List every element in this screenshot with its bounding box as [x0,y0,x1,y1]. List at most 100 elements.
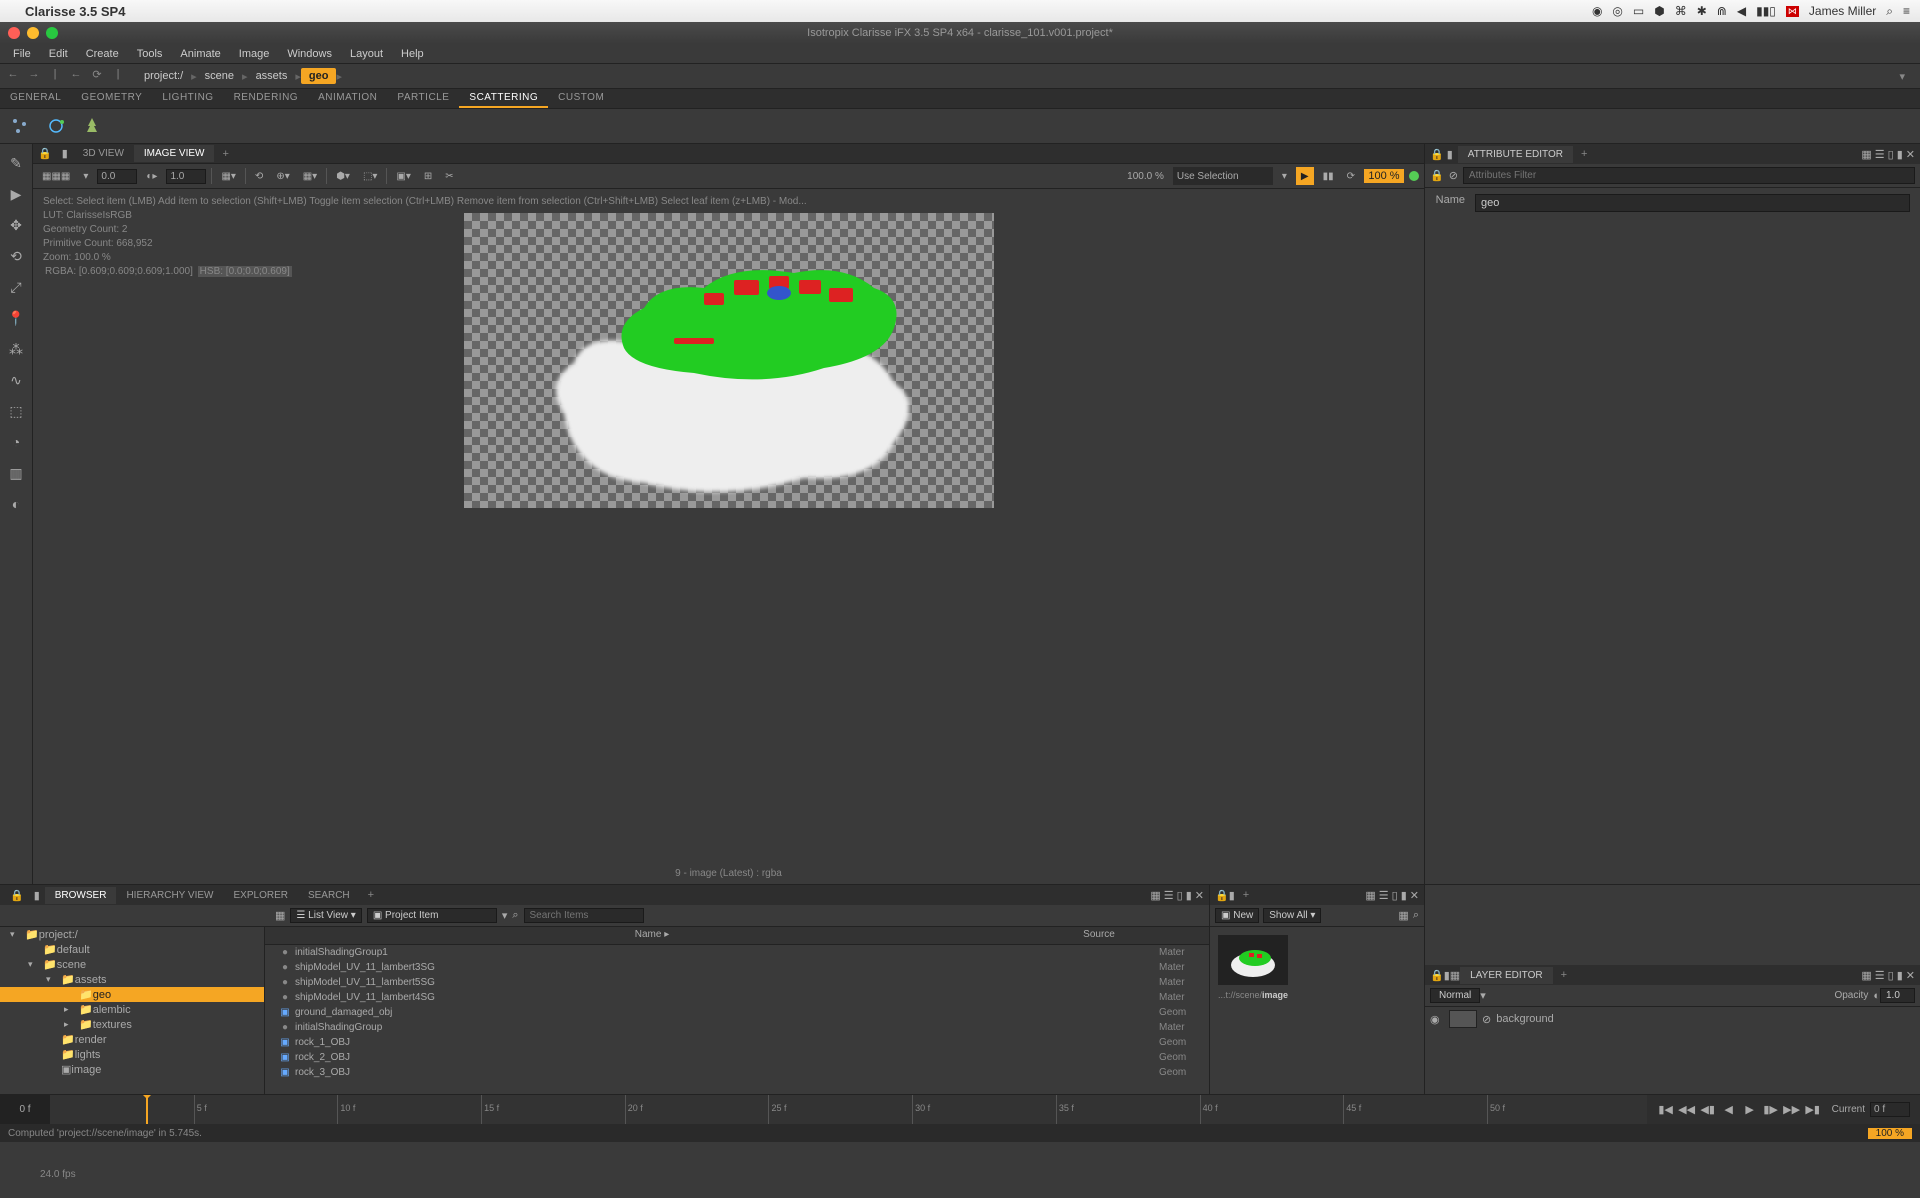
nav-fwd-button[interactable]: → [26,68,42,84]
tree-row[interactable]: 📁 geo [0,987,264,1002]
menu-tools[interactable]: Tools [129,46,171,62]
bluetooth-icon[interactable]: ✱ [1697,4,1707,18]
panel-pin-icon[interactable]: ▮ [57,147,73,160]
layer-link-icon[interactable]: ⊘ [1482,1013,1491,1026]
exposure-input[interactable] [97,169,137,184]
add-tab-button[interactable]: + [1235,889,1257,901]
step-fwd-button[interactable]: ▶▶ [1783,1101,1801,1119]
ruler-tool[interactable]: ▥ [2,459,30,487]
timeline-playhead[interactable] [146,1095,148,1124]
close-window-button[interactable] [8,27,20,39]
tab-search[interactable]: SEARCH [298,887,360,904]
rotate-tool[interactable]: ⟲ [2,242,30,270]
step-back-button[interactable]: ◀◀ [1678,1101,1696,1119]
filter-select[interactable]: ▣ Project Item [367,908,497,923]
pin-tool[interactable]: 📍 [2,304,30,332]
panel-pin-icon[interactable]: ▮ [1447,148,1453,161]
layout-icon[interactable]: ▯ [1392,889,1398,902]
shelf-tab-general[interactable]: GENERAL [0,89,71,108]
tab-3d-view[interactable]: 3D VIEW [73,145,134,162]
wifi-icon[interactable]: ⋒ [1717,4,1727,18]
close-panel-icon[interactable]: ✕ [1906,148,1915,161]
col-source[interactable]: Source [1039,927,1159,944]
layout-icon[interactable]: ▮ [1897,148,1903,161]
layout-icon[interactable]: ▦ [1861,148,1871,161]
menu-windows[interactable]: Windows [279,46,340,62]
tree-row[interactable]: 📁 render [0,1032,264,1047]
list-item[interactable]: ●initialShadingGroupMater [265,1020,1209,1035]
opacity-icon[interactable]: ◐ [1873,990,1880,1002]
layout-icon[interactable]: ▯ [1888,969,1894,982]
col-name[interactable]: Name ▸ [265,927,1039,944]
tab-image-view[interactable]: IMAGE VIEW [134,145,215,162]
tb-icon[interactable]: ⬢▾ [332,167,354,185]
tb-icon[interactable]: ◐▸ [142,167,161,185]
close-panel-icon[interactable]: ✕ [1410,889,1419,902]
new-button[interactable]: ▣ New [1215,908,1259,923]
play-button[interactable]: ▶ [1296,167,1314,185]
tb-icon[interactable]: ✂ [441,167,457,185]
menu-help[interactable]: Help [393,46,432,62]
tab-explorer[interactable]: EXPLORER [224,887,298,904]
tb-icon[interactable]: ▣▾ [392,167,414,185]
menu-edit[interactable]: Edit [41,46,76,62]
refresh-button[interactable]: ⟳ [1343,167,1359,185]
tab-hierarchy[interactable]: HIERARCHY VIEW [116,887,223,904]
tb-icon[interactable]: ⬚▾ [359,167,381,185]
tb-icon[interactable]: ⊕▾ [272,167,293,185]
attr-filter-input[interactable] [1463,167,1915,184]
tree-row[interactable]: 📁 default [0,942,264,957]
menubar-icon[interactable]: ▭ [1633,4,1644,18]
eyedropper-tool[interactable]: ◔ [2,428,30,456]
flag-icon[interactable]: ⋈ [1786,6,1799,17]
opacity-input[interactable] [1880,988,1915,1003]
list-item[interactable]: ●shipModel_UV_11_lambert5SGMater [265,975,1209,990]
brush-tool[interactable]: ⁂ [2,335,30,363]
list-item[interactable]: ▣rock_3_OBJGeom [265,1065,1209,1080]
menu-layout[interactable]: Layout [342,46,391,62]
tab-browser[interactable]: BROWSER [45,887,117,904]
panel-lock-icon[interactable]: 🔒 [1430,969,1444,982]
timeline-ruler[interactable]: 5 f10 f15 f20 f25 f30 f35 f40 f45 f50 f [50,1095,1647,1124]
shelf-tab-animation[interactable]: ANIMATION [308,89,387,108]
user-name[interactable]: James Miller [1809,4,1876,18]
next-frame-button[interactable]: ▮▶ [1762,1101,1780,1119]
layout-icon[interactable]: ▦ [1861,969,1871,982]
display-mode-icon[interactable]: ▦▦▦ [38,167,74,185]
scatter-tool-icon[interactable] [8,114,32,138]
volume-icon[interactable]: ◀ [1737,4,1746,18]
panel-pin-icon[interactable]: ▮ [29,889,45,902]
point-cloud-icon[interactable] [44,114,68,138]
menubar-icon[interactable]: ◎ [1612,4,1622,18]
layout-icon[interactable]: ☰ [1875,148,1885,161]
tree-row[interactable]: ▸ 📁 textures [0,1017,264,1032]
gamma-input[interactable] [166,169,206,184]
menu-image[interactable]: Image [231,46,278,62]
add-tab-button[interactable]: + [214,148,236,160]
add-tab-button[interactable]: + [360,889,382,901]
layout-icon[interactable]: ▯ [1888,148,1894,161]
panel-lock-icon[interactable]: 🔒 [1430,148,1444,161]
close-panel-icon[interactable]: ✕ [1906,969,1915,982]
shelf-tab-particle[interactable]: PARTICLE [387,89,459,108]
minimize-window-button[interactable] [27,27,39,39]
selection-dropdown[interactable]: Use Selection [1173,167,1273,185]
layout-icon[interactable]: ▯ [1177,889,1183,902]
close-panel-icon[interactable]: ✕ [1195,889,1204,902]
filter-icon[interactable]: ⊘ [1449,169,1458,182]
layout-icon[interactable]: ▦ [1365,889,1375,902]
tree-row[interactable]: ▾ 📁 project:/ [0,927,264,942]
shelf-tab-rendering[interactable]: RENDERING [224,89,309,108]
layout-icon[interactable]: ☰ [1379,889,1389,902]
list-item[interactable]: ●initialShadingGroup1Mater [265,945,1209,960]
goto-start-button[interactable]: ▮◀ [1657,1101,1675,1119]
spotlight-icon[interactable]: ⌕ [1886,4,1893,19]
tb-icon[interactable]: ▦▾ [299,167,321,185]
eraser-tool[interactable]: ∿ [2,366,30,394]
menu-create[interactable]: Create [78,46,127,62]
shelf-tab-geometry[interactable]: GEOMETRY [71,89,152,108]
layout-icon[interactable]: ☰ [1164,889,1174,902]
list-item[interactable]: ▣ground_damaged_objGeom [265,1005,1209,1020]
layout-icon[interactable]: ▦ [1150,889,1160,902]
battery-icon[interactable]: ▮▮▯ [1756,4,1776,18]
